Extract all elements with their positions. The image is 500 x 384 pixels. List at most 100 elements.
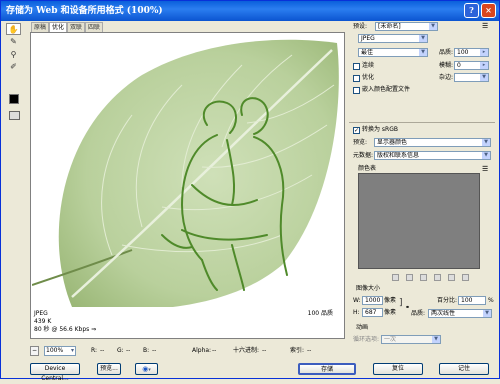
save-button[interactable]: 存储: [298, 363, 356, 375]
preview-color-value: 显示器颜色: [377, 139, 408, 146]
color-table[interactable]: [358, 173, 480, 269]
chevron-down-icon: ▼: [429, 23, 437, 30]
percent-unit: %: [488, 297, 494, 304]
title-bar: 存储为 Web 和设备所用格式 (100%) ? ×: [1, 1, 499, 21]
progressive-checkbox[interactable]: [353, 63, 360, 70]
alpha-label: Alpha:: [192, 347, 212, 354]
quality-input[interactable]: 100 ▸: [454, 48, 489, 57]
r-label: R:: [91, 347, 98, 354]
constrain-link-icon[interactable]: ]: [399, 298, 403, 308]
bottom-button-row: Device Central... 预览... ◉▾ 存储 复位 记住: [1, 363, 500, 382]
hand-tool-icon[interactable]: ✋: [6, 23, 21, 35]
leaf-art: [32, 35, 344, 307]
help-button[interactable]: ?: [464, 3, 479, 18]
blur-label: 模糊:: [439, 62, 454, 69]
download-time-text: 80 秒 @ 56.6 Kbps: [34, 326, 90, 333]
quality-level-select[interactable]: 最佳 ▼: [358, 48, 428, 57]
web-snap-icon[interactable]: [392, 274, 399, 281]
embed-icc-label: 嵌入颜色配置文件: [362, 86, 411, 93]
chevron-down-icon: ▼: [482, 139, 490, 146]
lock-color-icon[interactable]: [406, 274, 413, 281]
blur-input[interactable]: 0 ▸: [454, 61, 489, 70]
r-value: --: [100, 347, 105, 354]
b-label: B:: [143, 347, 150, 354]
height-label: H:: [353, 309, 360, 316]
leaf-image: [32, 35, 344, 307]
view-tabs: 原稿 优化 双联 四联: [31, 22, 345, 32]
g-value: --: [126, 347, 131, 354]
color-table-tools: [392, 274, 472, 282]
zoom-out-button[interactable]: −: [30, 346, 39, 356]
chevron-down-icon: ▼: [432, 336, 440, 343]
preset-select[interactable]: [未命名] ▼: [375, 22, 438, 31]
eyedropper-color-swatch[interactable]: [9, 94, 19, 104]
preset-value: [未命名]: [378, 23, 401, 30]
settings-panel: 预设: [未命名] ▼ ☰ JPEG ▼ 最佳 ▼ 品质: 100 ▸ 连续 模糊: 0…: [349, 19, 496, 359]
close-button[interactable]: ×: [481, 3, 496, 18]
browser-select[interactable]: ◉▾: [135, 363, 158, 375]
alpha-value: --: [212, 347, 217, 354]
window-title: 存储为 Web 和设备所用格式 (100%): [6, 6, 163, 16]
map-transparent-icon[interactable]: [448, 274, 455, 281]
download-time-menu-icon[interactable]: ⇒: [91, 326, 96, 333]
chevron-down-icon: ▼: [482, 152, 490, 159]
image-size-label: 图像大小: [356, 285, 381, 292]
chevron-down-icon: ▾: [70, 347, 74, 354]
height-unit: 像素: [384, 309, 397, 316]
convert-srgb-label: 转换为 sRGB: [362, 126, 398, 133]
resample-label: 品质:: [411, 310, 426, 317]
color-table-menu-icon[interactable]: ☰: [482, 165, 488, 173]
file-format: JPEG: [34, 310, 48, 317]
device-central-button[interactable]: Device Central...: [30, 363, 80, 382]
width-label: W:: [353, 297, 361, 304]
eyedropper-tool-icon[interactable]: ✐: [6, 61, 21, 73]
file-size: 439 K: [34, 318, 52, 325]
new-swatch-icon[interactable]: [434, 274, 441, 281]
resample-value: 两次线性: [431, 310, 456, 317]
resample-select[interactable]: 两次线性 ▼: [428, 309, 492, 318]
convert-srgb-checkbox[interactable]: ✓: [353, 127, 360, 134]
metadata-select[interactable]: 版权和联系信息 ▼: [374, 151, 491, 160]
loop-label: 循环选项:: [353, 336, 380, 343]
width-input[interactable]: 1000: [362, 296, 383, 305]
optimized-label: 优化: [362, 74, 375, 81]
zoom-tool-icon[interactable]: ⚲: [6, 49, 21, 61]
matte-select[interactable]: ▼: [454, 73, 489, 82]
status-bar: − 100% ▾ R: -- G: -- B: -- Alpha: -- 十六进制…: [30, 346, 345, 356]
reset-button[interactable]: 复位: [373, 363, 423, 375]
embed-icc-checkbox[interactable]: [353, 87, 360, 94]
new-color-icon[interactable]: [420, 274, 427, 281]
quality-label: 品质:: [439, 49, 454, 56]
chevron-down-icon: ▼: [483, 310, 491, 317]
preview-pane[interactable]: JPEG 439 K 80 秒 @ 56.6 Kbps ⇒ 100 品质: [30, 32, 345, 339]
preview-button[interactable]: 预览...: [97, 363, 121, 375]
height-input[interactable]: 687: [362, 308, 383, 317]
delete-color-icon[interactable]: [462, 274, 469, 281]
slice-select-tool-icon[interactable]: ✎: [6, 36, 21, 48]
format-value: JPEG: [361, 35, 375, 42]
metadata-value: 版权和联系信息: [377, 152, 420, 159]
tab-2up[interactable]: 双联: [67, 22, 86, 32]
zoom-level-select[interactable]: 100% ▾: [44, 346, 76, 356]
hex-value: --: [262, 347, 267, 354]
percent-value: 100: [461, 297, 473, 304]
loop-value: 一次: [384, 336, 397, 343]
preview-color-label: 预览:: [353, 139, 368, 146]
quality-value: 100: [457, 49, 469, 56]
quality-level-value: 最佳: [361, 49, 374, 56]
percent-label: 百分比:: [437, 297, 458, 304]
tab-original[interactable]: 原稿: [31, 22, 50, 32]
tab-optimized[interactable]: 优化: [49, 22, 68, 32]
optimized-checkbox[interactable]: [353, 75, 360, 82]
percent-input[interactable]: 100: [458, 296, 486, 305]
tab-4up[interactable]: 四联: [85, 22, 104, 32]
divider: [349, 122, 495, 123]
format-select[interactable]: JPEG ▼: [358, 34, 428, 43]
remember-button[interactable]: 记住: [439, 363, 489, 375]
width-unit: 像素: [384, 297, 397, 304]
optimize-menu-icon[interactable]: ☰: [482, 22, 488, 30]
toggle-slices-icon[interactable]: [9, 111, 20, 120]
preview-color-select[interactable]: 显示器颜色 ▼: [374, 138, 491, 147]
blur-value: 0: [457, 62, 461, 69]
loop-select[interactable]: 一次 ▼: [381, 335, 441, 344]
